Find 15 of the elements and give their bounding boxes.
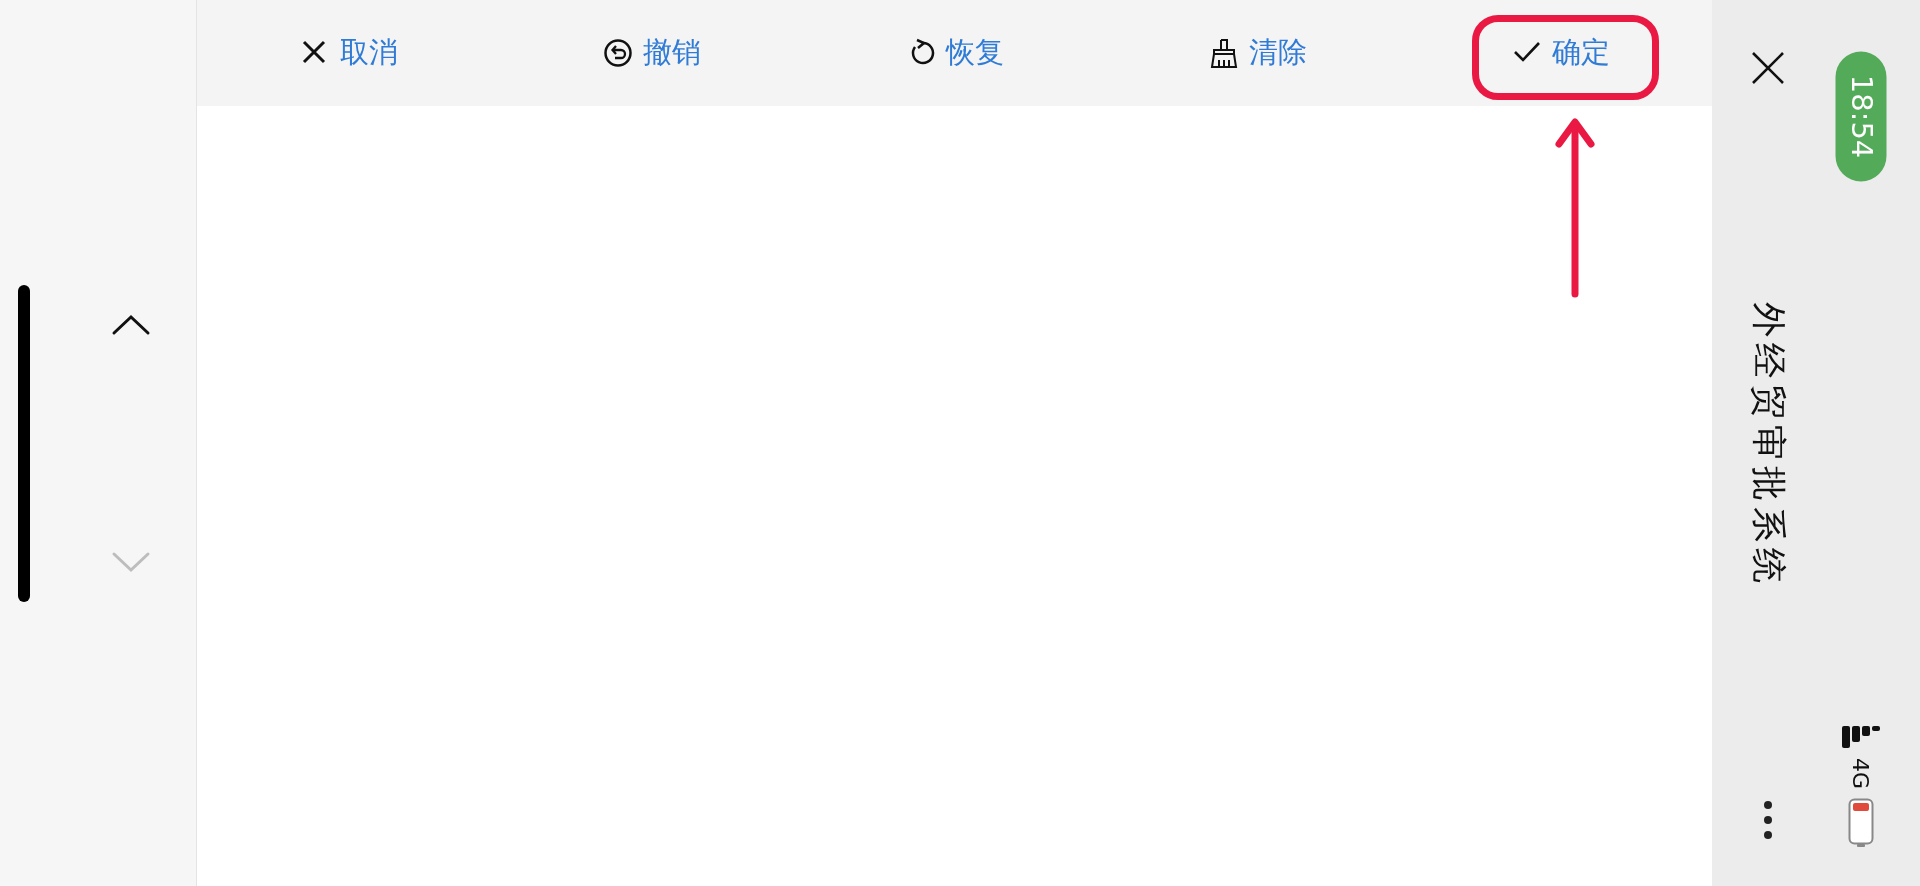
toolbar-button[interactable]: 取消 [295, 25, 402, 81]
window-title: 外经贸审批系统 [1747, 301, 1790, 589]
battery-icon [1848, 798, 1874, 848]
undo-icon [602, 38, 633, 68]
toolbar-button[interactable]: 撤销 [598, 25, 705, 81]
brush-icon [1208, 38, 1239, 68]
drag-handle[interactable] [18, 284, 30, 602]
toolbar-button[interactable]: 恢复 [901, 25, 1008, 81]
toolbar-button[interactable]: 清除 [1204, 25, 1311, 81]
toolbar-button[interactable]: 确定 [1507, 25, 1614, 81]
close-icon [1750, 50, 1786, 86]
dots-icon [1763, 800, 1773, 840]
network-label: 4G [1847, 757, 1875, 789]
time-badge: 18:54 [1835, 51, 1887, 181]
signal-icon [1842, 726, 1880, 748]
